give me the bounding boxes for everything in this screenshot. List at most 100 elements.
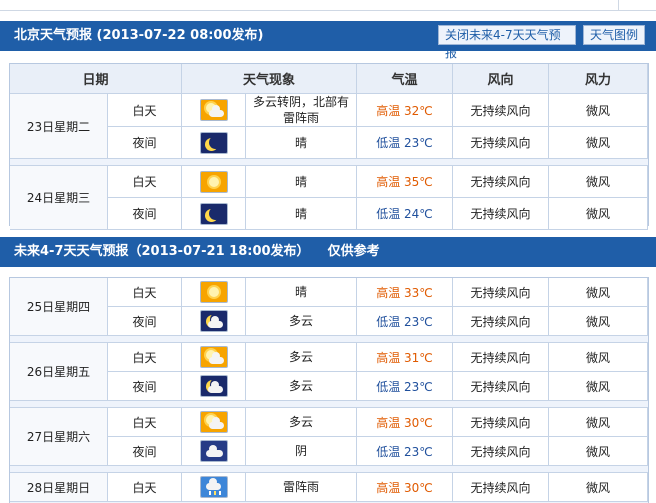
temperature: 低温 23℃ [357, 127, 453, 159]
table-row: 25日星期四 白天 晴高温 33℃ 无持续风向 微风 [10, 278, 648, 336]
table-row: 27日星期六 白天 多云 高温 30℃ 无持续风向 微风 [10, 408, 648, 466]
top-border [0, 0, 656, 11]
wind-force: 微风 [549, 372, 648, 401]
sun-cloud-icon [199, 346, 228, 368]
period-label: 白天 [108, 473, 182, 502]
wind-force: 微风 [549, 94, 648, 127]
period-label: 白天 [108, 94, 182, 127]
weather-description: 多云 [246, 372, 357, 401]
close-4-7-day-button[interactable]: 关闭未来4-7天天气预报 [438, 25, 576, 60]
wind-force: 微风 [549, 473, 648, 502]
header-wind-force: 风力 [549, 64, 648, 94]
wind-force: 微风 [549, 437, 648, 466]
cloud-icon [199, 440, 228, 462]
moon-icon [199, 202, 228, 225]
weather-description: 多云 [246, 307, 357, 336]
wind-direction: 无持续风向 [453, 94, 549, 127]
weather-icon-cell [182, 408, 246, 437]
weather-icon-cell [182, 372, 246, 401]
moon-icon [199, 131, 228, 154]
forecast-4-7day-title: 未来4-7天天气预报（2013-07-21 18:00发布） 仅供参考 [14, 244, 380, 259]
header-date: 日期 [10, 64, 182, 94]
weather-icon-cell [182, 437, 246, 466]
day-date: 24日星期三 [10, 166, 108, 230]
wind-direction: 无持续风向 [453, 408, 549, 437]
weather-icon-cell [182, 198, 246, 230]
moon-cloud-icon [199, 310, 228, 332]
table-row: 26日星期五 白天多云 高温 31℃ 无持续风向 微风 [10, 343, 648, 401]
period-label: 白天 [108, 343, 182, 372]
temperature: 高温 32℃ [357, 94, 453, 127]
temperature: 高温 31℃ [357, 343, 453, 372]
forecast-3day-title: 北京天气预报 (2013-07-22 08:00发布) [14, 28, 264, 43]
weather-icon-cell [182, 343, 246, 372]
period-label: 夜间 [108, 437, 182, 466]
wind-direction: 无持续风向 [453, 473, 549, 502]
wind-force: 微风 [549, 343, 648, 372]
forecast-3day-table: 日期 天气现象 气温 风向 风力 23日星期二 白天 多云转阴，北部有雷阵雨 高温 3… [10, 64, 648, 230]
table-row: 24日星期三 白天晴高温 35℃ 无持续风向 微风 [10, 166, 648, 230]
table-row: 23日星期二 白天 多云转阴，北部有雷阵雨 高温 32℃ 无持续风向 微风 [10, 94, 648, 159]
day-separator [10, 336, 648, 343]
wind-direction: 无持续风向 [453, 437, 549, 466]
table-row: 28日星期日 白天 雷阵雨 高温 30℃ 无持续风向 微风 [10, 473, 648, 502]
weather-icon-cell [182, 473, 246, 502]
temperature: 高温 30℃ [357, 408, 453, 437]
day-date: 26日星期五 [10, 343, 108, 401]
header-temperature: 气温 [357, 64, 453, 94]
table-header-row: 日期 天气现象 气温 风向 风力 [10, 64, 648, 94]
wind-direction: 无持续风向 [453, 198, 549, 230]
weather-icon-cell [182, 278, 246, 307]
header-wind-direction: 风向 [453, 64, 549, 94]
weather-description: 晴 [246, 127, 357, 159]
wind-direction: 无持续风向 [453, 127, 549, 159]
temperature: 高温 35℃ [357, 166, 453, 198]
wind-direction: 无持续风向 [453, 166, 549, 198]
forecast-4-7day-header: 未来4-7天天气预报（2013-07-21 18:00发布） 仅供参考 [0, 237, 656, 267]
wind-force: 微风 [549, 127, 648, 159]
wind-force: 微风 [549, 408, 648, 437]
moon-cloud-icon [199, 375, 228, 397]
period-label: 夜间 [108, 307, 182, 336]
weather-description: 晴 [246, 198, 357, 230]
thunder-rain-icon [199, 476, 228, 498]
weather-description: 多云 [246, 408, 357, 437]
day-separator [10, 466, 648, 473]
forecast-4-7day-panel: 25日星期四 白天晴高温 33℃ 无持续风向 微风 夜间 多云 低温 23℃ 无持续风向 微风 2… [9, 277, 649, 503]
wind-force: 微风 [549, 166, 648, 198]
day-separator [10, 401, 648, 408]
wind-direction: 无持续风向 [453, 372, 549, 401]
weather-icon-cell [182, 166, 246, 198]
weather-description: 多云转阴，北部有雷阵雨 [246, 94, 357, 127]
temperature: 高温 30℃ [357, 473, 453, 502]
period-label: 白天 [108, 166, 182, 198]
weather-icon-cell [182, 307, 246, 336]
period-label: 白天 [108, 408, 182, 437]
wind-direction: 无持续风向 [453, 278, 549, 307]
header-phenomenon: 天气现象 [182, 64, 357, 94]
wind-direction: 无持续风向 [453, 343, 549, 372]
day-date: 28日星期日 [10, 473, 108, 502]
forecast-4-7day-table: 25日星期四 白天晴高温 33℃ 无持续风向 微风 夜间 多云 低温 23℃ 无持续风向 微风 2… [10, 278, 648, 502]
temperature: 低温 23℃ [357, 307, 453, 336]
sun-cloud-icon [199, 99, 228, 121]
wind-force: 微风 [549, 198, 648, 230]
temperature: 低温 23℃ [357, 437, 453, 466]
sun-cloud-icon [199, 411, 228, 433]
weather-icon-cell [182, 94, 246, 127]
temperature: 低温 24℃ [357, 198, 453, 230]
weather-legend-button[interactable]: 天气图例 [583, 25, 645, 45]
day-separator [10, 159, 648, 166]
wind-force: 微风 [549, 278, 648, 307]
sun-icon [199, 281, 228, 303]
forecast-3day-header: 北京天气预报 (2013-07-22 08:00发布) 关闭未来4-7天天气预报… [0, 21, 656, 60]
weather-description: 阴 [246, 437, 357, 466]
day-date: 25日星期四 [10, 278, 108, 336]
temperature: 高温 33℃ [357, 278, 453, 307]
period-label: 夜间 [108, 372, 182, 401]
sun-icon [199, 170, 228, 193]
forecast-3day-panel: 日期 天气现象 气温 风向 风力 23日星期二 白天 多云转阴，北部有雷阵雨 高温 3… [9, 63, 649, 230]
weather-icon-cell [182, 127, 246, 159]
wind-force: 微风 [549, 307, 648, 336]
weather-description: 晴 [246, 166, 357, 198]
